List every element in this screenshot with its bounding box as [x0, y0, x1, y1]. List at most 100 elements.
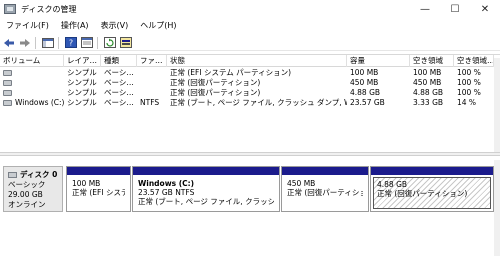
toolbar-separator	[58, 36, 59, 49]
window-title: ディスクの管理	[21, 4, 77, 14]
partition-status: 正常 (ブート, ページ ファイル, クラッシュ ダンプ,	[138, 197, 274, 206]
free-cell: 450 MB	[413, 78, 442, 87]
status-cell: 正常 (回復パーティション)	[170, 88, 261, 97]
partition-status: 正常 (回復パーティション)	[287, 188, 363, 197]
volume-list: ボリューム レイア… 種類 ファ… 状態 容量 空き領域 空き領域… シンプル …	[0, 54, 500, 152]
layout-cell: シンプル	[67, 98, 97, 107]
partition-bar	[67, 167, 130, 175]
capacity-cell: 100 MB	[350, 68, 379, 77]
disk-properties-icon[interactable]	[119, 36, 133, 50]
disk-pane: ディスク 0 ベーシック 29.00 GB オンライン 100 MB 正常 (E…	[0, 156, 500, 256]
back-arrow-icon[interactable]	[2, 36, 16, 50]
column-layout[interactable]: レイア…	[64, 55, 101, 67]
disk-management-icon	[4, 4, 16, 14]
column-file-system[interactable]: ファ…	[137, 55, 167, 67]
type-cell: ベーシ…	[104, 98, 134, 107]
percent-cell: 100 %	[457, 88, 481, 97]
column-type[interactable]: 種類	[101, 55, 137, 67]
volume-icon	[3, 70, 12, 76]
volume-row[interactable]: Windows (C:) シンプル ベーシ… NTFS 正常 (ブート, ページ…	[0, 98, 500, 108]
partition-efi[interactable]: 100 MB 正常 (EFI システム	[66, 166, 131, 212]
capacity-cell: 23.57 GB	[350, 98, 385, 107]
menu-action[interactable]: 操作(A)	[55, 20, 95, 31]
layout-cell: シンプル	[67, 88, 97, 97]
disk-name: ディスク 0	[20, 170, 58, 179]
menu-bar: ファイル(F) 操作(A) 表示(V) ヘルプ(H)	[0, 18, 500, 33]
disk-icon	[8, 172, 17, 178]
menu-view[interactable]: 表示(V)	[95, 20, 135, 31]
partition-bar	[371, 167, 493, 175]
title-bar: ディスクの管理 — ☐ ✕	[0, 0, 500, 18]
status-cell: 正常 (ブート, ページ ファイル, クラッシュ ダンプ, Wim ブー…	[170, 98, 347, 107]
status-cell: 正常 (回復パーティション)	[170, 78, 261, 87]
volume-name-cell: Windows (C:)	[0, 98, 64, 108]
partition-recovery-2[interactable]: 4.88 GB 正常 (回復パーティション)	[370, 166, 494, 212]
free-cell: 100 MB	[413, 68, 442, 77]
disk-type: ベーシック	[8, 180, 46, 189]
partition-bar	[133, 167, 279, 175]
forward-arrow-icon[interactable]	[18, 36, 32, 50]
capacity-cell: 450 MB	[350, 78, 379, 87]
fs-cell	[137, 88, 167, 98]
minimize-button[interactable]: —	[410, 0, 440, 18]
volume-row[interactable]: シンプル ベーシ… 正常 (回復パーティション) 450 MB 450 MB 1…	[0, 78, 500, 88]
fs-cell	[137, 68, 167, 78]
svg-text:?: ?	[69, 39, 73, 48]
type-cell: ベーシ…	[104, 78, 134, 87]
volume-row[interactable]: シンプル ベーシ… 正常 (回復パーティション) 4.88 GB 4.88 GB…	[0, 88, 500, 98]
status-cell: 正常 (EFI システム パーティション)	[170, 68, 292, 77]
partition-status: 正常 (EFI システム	[72, 188, 125, 197]
volume-row[interactable]: シンプル ベーシ… 正常 (EFI システム パーティション) 100 MB 1…	[0, 68, 500, 78]
volume-name-cell	[0, 68, 64, 78]
maximize-button[interactable]: ☐	[440, 0, 470, 18]
percent-cell: 100 %	[457, 78, 481, 87]
disk-info-label[interactable]: ディスク 0 ベーシック 29.00 GB オンライン	[3, 166, 63, 212]
volume-icon	[3, 90, 12, 96]
help-icon[interactable]: ?	[64, 36, 78, 50]
partition-size: 23.57 GB NTFS	[138, 188, 195, 197]
volume-icon	[3, 80, 12, 86]
disk-state: オンライン	[8, 200, 46, 209]
toolbar-separator	[97, 36, 98, 49]
volume-name-cell	[0, 78, 64, 88]
type-cell: ベーシ…	[104, 88, 134, 97]
partition-size: 4.88 GB	[377, 180, 408, 189]
column-volume[interactable]: ボリューム	[0, 55, 64, 67]
properties-icon[interactable]	[80, 36, 94, 50]
partition-recovery-1[interactable]: 450 MB 正常 (回復パーティション)	[281, 166, 369, 212]
disk-pane-scrollbar[interactable]	[494, 160, 500, 256]
type-cell: ベーシ…	[104, 68, 134, 77]
menu-help[interactable]: ヘルプ(H)	[134, 20, 182, 31]
partition-size: 100 MB	[72, 179, 101, 188]
layout-cell: シンプル	[67, 78, 97, 87]
capacity-cell: 4.88 GB	[350, 88, 381, 97]
partition-name: Windows (C:)	[138, 179, 195, 188]
column-capacity[interactable]: 容量	[347, 55, 410, 67]
partition-bar	[282, 167, 368, 175]
column-percent-free[interactable]: 空き領域…	[454, 55, 494, 67]
free-cell: 3.33 GB	[413, 98, 444, 107]
fs-cell	[137, 78, 167, 88]
refresh-icon[interactable]	[103, 36, 117, 50]
percent-cell: 100 %	[457, 68, 481, 77]
disk-size: 29.00 GB	[8, 190, 43, 199]
close-button[interactable]: ✕	[470, 0, 500, 18]
percent-cell: 14 %	[457, 98, 477, 107]
fs-cell: NTFS	[140, 98, 160, 107]
column-free-space[interactable]: 空き領域	[410, 55, 454, 67]
toolbar-separator	[35, 36, 36, 49]
toolbar: ?	[0, 35, 500, 51]
layout-cell: シンプル	[67, 68, 97, 77]
selected-partition-area: 4.88 GB 正常 (回復パーティション)	[373, 177, 491, 209]
volume-icon	[3, 100, 12, 106]
partition-size: 450 MB	[287, 179, 316, 188]
column-status[interactable]: 状態	[167, 55, 347, 67]
console-tree-icon[interactable]	[41, 36, 55, 50]
partition-windows-c[interactable]: Windows (C:) 23.57 GB NTFS 正常 (ブート, ページ …	[132, 166, 280, 212]
volume-list-scrollbar[interactable]	[494, 58, 500, 152]
partition-status: 正常 (回復パーティション)	[377, 189, 468, 198]
volume-name-cell	[0, 88, 64, 98]
menu-file[interactable]: ファイル(F)	[0, 20, 55, 31]
free-cell: 4.88 GB	[413, 88, 444, 97]
volume-list-header: ボリューム レイア… 種類 ファ… 状態 容量 空き領域 空き領域…	[0, 55, 500, 67]
